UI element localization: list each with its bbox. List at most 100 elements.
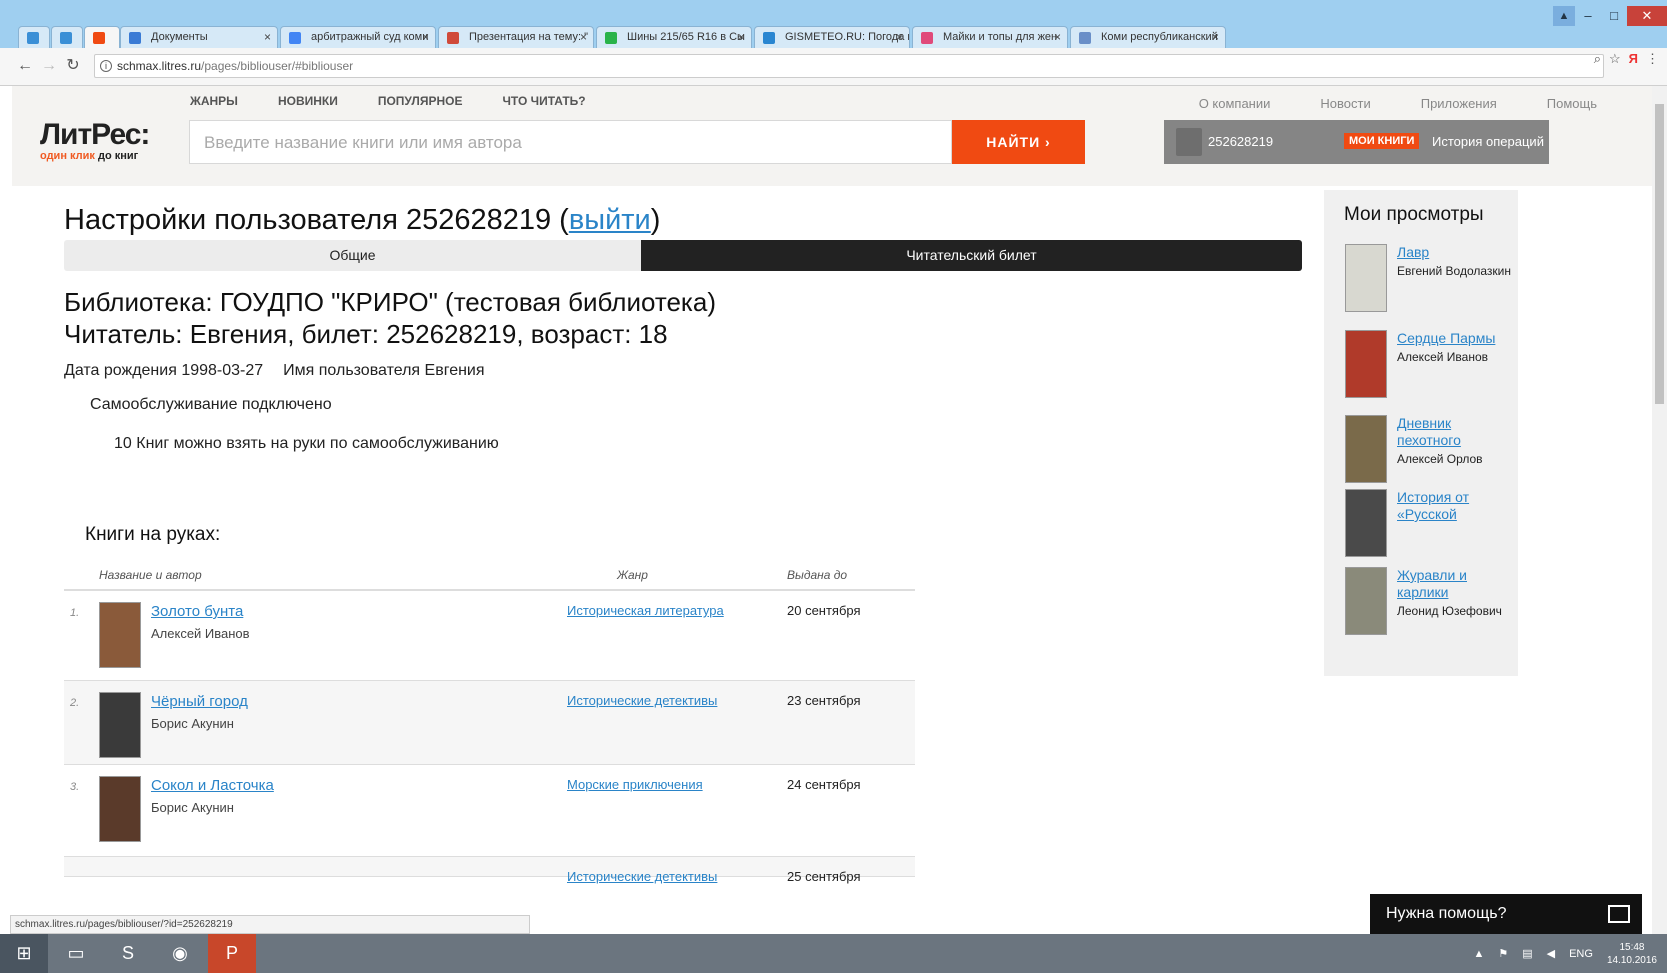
back-button[interactable]: ← bbox=[16, 57, 34, 75]
genre-link[interactable]: Морские приключения bbox=[567, 777, 703, 792]
explorer-icon[interactable]: ▭ bbox=[52, 934, 100, 973]
menu-icon[interactable]: ⋮ bbox=[1646, 51, 1659, 67]
book-title-link[interactable]: Чёрный город bbox=[151, 693, 248, 710]
network-icon[interactable]: ▤ bbox=[1522, 947, 1532, 960]
minimize-button[interactable]: – bbox=[1575, 6, 1601, 26]
browser-tab[interactable] bbox=[18, 26, 50, 48]
profile-icon[interactable]: ▲ bbox=[1553, 6, 1575, 26]
nav-new[interactable]: НОВИНКИ bbox=[278, 94, 338, 108]
viewed-book-title[interactable]: Журавли и карлики bbox=[1397, 567, 1515, 601]
logout-link[interactable]: выйти bbox=[569, 204, 651, 236]
bookmark-star-icon[interactable]: ☆ bbox=[1609, 51, 1621, 67]
search-button-label: НАЙТИ bbox=[986, 134, 1041, 150]
url-path: /pages/bibliouser/#bibliouser bbox=[201, 59, 354, 73]
viewed-book-title[interactable]: Дневник пехотного bbox=[1397, 415, 1515, 449]
tab-close-icon[interactable]: × bbox=[422, 30, 429, 44]
nav-genres[interactable]: ЖАНРЫ bbox=[190, 94, 238, 108]
viewed-book-title[interactable]: История от «Русской bbox=[1397, 489, 1515, 523]
tab-close-icon[interactable]: × bbox=[738, 30, 745, 44]
zoom-icon[interactable]: ⌕ bbox=[1594, 51, 1601, 67]
book-cover[interactable] bbox=[99, 692, 141, 758]
genre-link[interactable]: Исторические детективы bbox=[567, 869, 717, 884]
scrollbar[interactable] bbox=[1652, 86, 1667, 934]
user-id[interactable]: 252628219 bbox=[1208, 134, 1273, 149]
viewed-book-cover[interactable] bbox=[1345, 567, 1387, 635]
system-tray: ▲ ⚑ ▤ ◀ ENG 15:48 14.10.2016 bbox=[1473, 934, 1657, 973]
avatar[interactable] bbox=[1176, 128, 1202, 156]
browser-tab[interactable]: Майки и топы для жен × bbox=[912, 26, 1068, 48]
table-row: Исторические детективы 25 сентября bbox=[64, 857, 915, 884]
skype-icon[interactable]: S bbox=[104, 934, 152, 973]
tab-close-icon[interactable]: × bbox=[264, 30, 271, 44]
browser-tab[interactable]: Документы × bbox=[120, 26, 278, 48]
viewed-book-cover[interactable] bbox=[1345, 415, 1387, 483]
library-info: Библиотека: ГОУДПО "КРИРО" (тестовая биб… bbox=[64, 286, 716, 350]
web-page: ЖАНРЫ НОВИНКИ ПОПУЛЯРНОЕ ЧТО ЧИТАТЬ? О к… bbox=[12, 86, 1652, 934]
nav-news[interactable]: Новости bbox=[1320, 96, 1370, 111]
nav-popular[interactable]: ПОПУЛЯРНОЕ bbox=[378, 94, 463, 108]
search-button[interactable]: НАЙТИ › bbox=[952, 120, 1085, 164]
maximize-button[interactable]: □ bbox=[1601, 6, 1627, 26]
browser-tab[interactable]: GISMETEO.RU: Погода в × bbox=[754, 26, 910, 48]
reload-button[interactable]: ↻ bbox=[64, 57, 82, 75]
my-books-button[interactable]: МОИ КНИГИ bbox=[1344, 133, 1420, 149]
info-icon[interactable]: i bbox=[100, 60, 112, 72]
tab-favicon-icon bbox=[1079, 32, 1091, 44]
viewed-book-title[interactable]: Сердце Пармы bbox=[1397, 330, 1515, 347]
browser-tab[interactable]: арбитражный суд коми × bbox=[280, 26, 436, 48]
nav-about[interactable]: О компании bbox=[1199, 96, 1271, 111]
viewed-book-cover[interactable] bbox=[1345, 330, 1387, 398]
nav-what-to-read[interactable]: ЧТО ЧИТАТЬ? bbox=[503, 94, 586, 108]
genre-link[interactable]: Историческая литература bbox=[567, 603, 724, 618]
clock[interactable]: 15:48 14.10.2016 bbox=[1607, 941, 1657, 967]
tab-favicon-icon bbox=[763, 32, 775, 44]
viewed-book-cover[interactable] bbox=[1345, 489, 1387, 557]
tab-general[interactable]: Общие bbox=[64, 240, 641, 271]
tray-arrow-icon[interactable]: ▲ bbox=[1473, 948, 1484, 960]
browser-tab[interactable] bbox=[84, 26, 120, 48]
browser-tab[interactable]: Презентация на тему: " × bbox=[438, 26, 594, 48]
close-window-button[interactable]: ✕ bbox=[1627, 6, 1667, 26]
url-input[interactable]: i schmax.litres.ru/pages/bibliouser/#bib… bbox=[94, 54, 1604, 78]
browser-tab[interactable]: Коми республиканский × bbox=[1070, 26, 1226, 48]
history-link[interactable]: История операций bbox=[1432, 134, 1544, 149]
reader-line: Читатель: Евгения, билет: 252628219, воз… bbox=[64, 319, 668, 349]
forward-button[interactable]: → bbox=[40, 57, 58, 75]
flag-icon[interactable]: ⚑ bbox=[1498, 947, 1508, 960]
help-widget[interactable]: Нужна помощь? bbox=[1370, 894, 1642, 934]
tab-close-icon[interactable]: × bbox=[896, 30, 903, 44]
book-title-link[interactable]: Золото бунта bbox=[151, 603, 243, 620]
tab-favicon-icon bbox=[27, 32, 39, 44]
scrollbar-thumb[interactable] bbox=[1655, 104, 1664, 404]
site-logo[interactable]: ЛитРес: один клик до книг bbox=[40, 118, 150, 162]
powerpoint-icon[interactable]: P bbox=[208, 934, 256, 973]
tab-reader-card[interactable]: Читательский билет bbox=[641, 240, 1302, 271]
yandex-icon[interactable]: Я bbox=[1629, 51, 1638, 67]
user-details: Дата рождения 1998-03-27 Имя пользователя… bbox=[64, 362, 485, 380]
search-input[interactable]: Введите название книги или имя автора bbox=[189, 120, 952, 164]
tab-close-icon[interactable]: × bbox=[1054, 30, 1061, 44]
nav-help[interactable]: Помощь bbox=[1547, 96, 1597, 111]
browser-tab[interactable] bbox=[51, 26, 83, 48]
viewed-book-cover[interactable] bbox=[1345, 244, 1387, 312]
chrome-icon[interactable]: ◉ bbox=[156, 934, 204, 973]
viewed-book-title[interactable]: Лавр bbox=[1397, 244, 1515, 261]
book-author: Борис Акунин bbox=[151, 800, 234, 815]
browser-tab[interactable]: Шины 215/65 R16 в Сы × bbox=[596, 26, 752, 48]
windows-start-icon[interactable]: ⊞ bbox=[0, 934, 48, 973]
book-cover[interactable] bbox=[99, 776, 141, 842]
url-host: schmax.litres.ru bbox=[117, 59, 202, 73]
tab-close-icon[interactable]: × bbox=[1212, 30, 1219, 44]
book-title-link[interactable]: Сокол и Ласточка bbox=[151, 777, 274, 794]
language-indicator[interactable]: ENG bbox=[1569, 948, 1593, 960]
books-limit: 10 Книг можно взять на руки по самообслу… bbox=[114, 435, 499, 452]
book-cover[interactable] bbox=[99, 602, 141, 668]
library-line: Библиотека: ГОУДПО "КРИРО" (тестовая биб… bbox=[64, 287, 716, 317]
tab-close-icon[interactable]: × bbox=[580, 30, 587, 44]
browser-titlebar: Документы × арбитражный суд коми × Презентац… bbox=[0, 0, 1667, 48]
table-header: Название и автор Жанр Выдана до bbox=[64, 556, 915, 591]
genre-link[interactable]: Исторические детективы bbox=[567, 693, 717, 708]
tab-favicon-icon bbox=[447, 32, 459, 44]
volume-icon[interactable]: ◀ bbox=[1547, 947, 1555, 960]
nav-apps[interactable]: Приложения bbox=[1421, 96, 1497, 111]
